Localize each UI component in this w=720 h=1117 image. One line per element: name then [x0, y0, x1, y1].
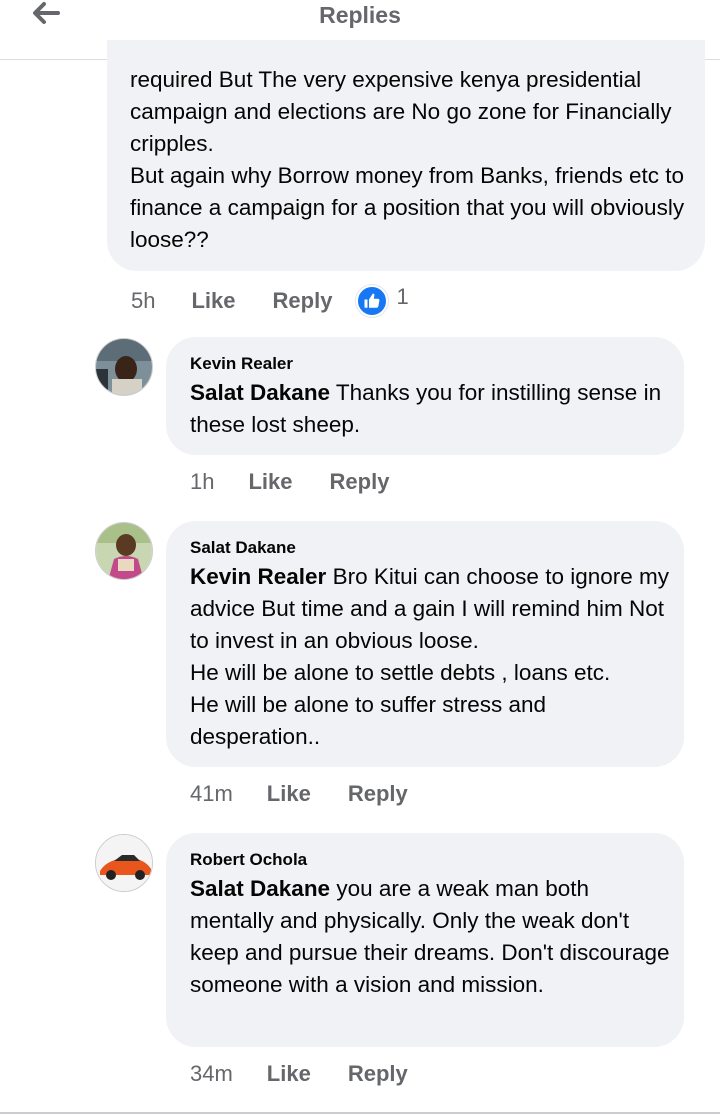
mention-link[interactable]: Salat Dakane: [190, 876, 330, 901]
comment-author[interactable]: Kevin Realer: [190, 353, 670, 375]
reply-button[interactable]: Reply: [348, 1061, 408, 1087]
like-button[interactable]: Like: [267, 781, 311, 807]
comment-timestamp: 1h: [190, 469, 215, 494]
reply-button[interactable]: Reply: [348, 781, 408, 807]
comment-author[interactable]: Robert Ochola: [190, 849, 670, 871]
avatar[interactable]: [95, 522, 153, 580]
bottom-divider: [0, 1112, 720, 1114]
avatar[interactable]: [95, 338, 153, 396]
comment-actions: 41m Like Reply: [190, 781, 408, 807]
comment-text: Kevin Realer Bro Kitui can choose to ign…: [190, 561, 670, 753]
parent-comment-actions: 5h Like Reply 1: [131, 284, 691, 317]
reply-bubble: Kevin Realer Salat Dakane Thanks you for…: [166, 337, 684, 455]
comment-text: Salat Dakane you are a weak man both men…: [190, 873, 670, 1001]
avatar[interactable]: [95, 834, 153, 892]
reaction-count: 1: [396, 284, 409, 309]
reply-bubble: Salat Dakane Kevin Realer Bro Kitui can …: [166, 521, 684, 767]
comment-actions: 1h Like Reply: [190, 469, 389, 495]
reply-bubble: Robert Ochola Salat Dakane you are a wea…: [166, 833, 684, 1047]
like-button[interactable]: Like: [267, 1061, 311, 1087]
reply-button[interactable]: Reply: [330, 469, 390, 495]
comment-actions: 34m Like Reply: [190, 1061, 408, 1087]
mention-link[interactable]: Kevin Realer: [190, 564, 326, 589]
like-button[interactable]: Like: [248, 469, 292, 495]
reply-button[interactable]: Reply: [273, 288, 333, 314]
like-button[interactable]: Like: [191, 288, 235, 314]
parent-comment-text: required But The very expensive kenya pr…: [130, 67, 685, 252]
parent-comment-bubble: required But The very expensive kenya pr…: [107, 40, 705, 271]
page-title: Replies: [319, 2, 401, 28]
comment-text: Salat Dakane Thanks you for instilling s…: [190, 377, 670, 441]
mention-link[interactable]: Salat Dakane: [190, 380, 330, 405]
comment-timestamp: 34m: [190, 1061, 233, 1086]
comment-timestamp: 41m: [190, 781, 233, 806]
like-reaction-icon: [356, 285, 389, 317]
comment-body: Bro Kitui can choose to ignore my advice…: [190, 564, 670, 749]
comment-timestamp: 5h: [131, 288, 156, 313]
comment-author[interactable]: Salat Dakane: [190, 537, 670, 559]
reaction-summary[interactable]: 1: [356, 284, 409, 317]
